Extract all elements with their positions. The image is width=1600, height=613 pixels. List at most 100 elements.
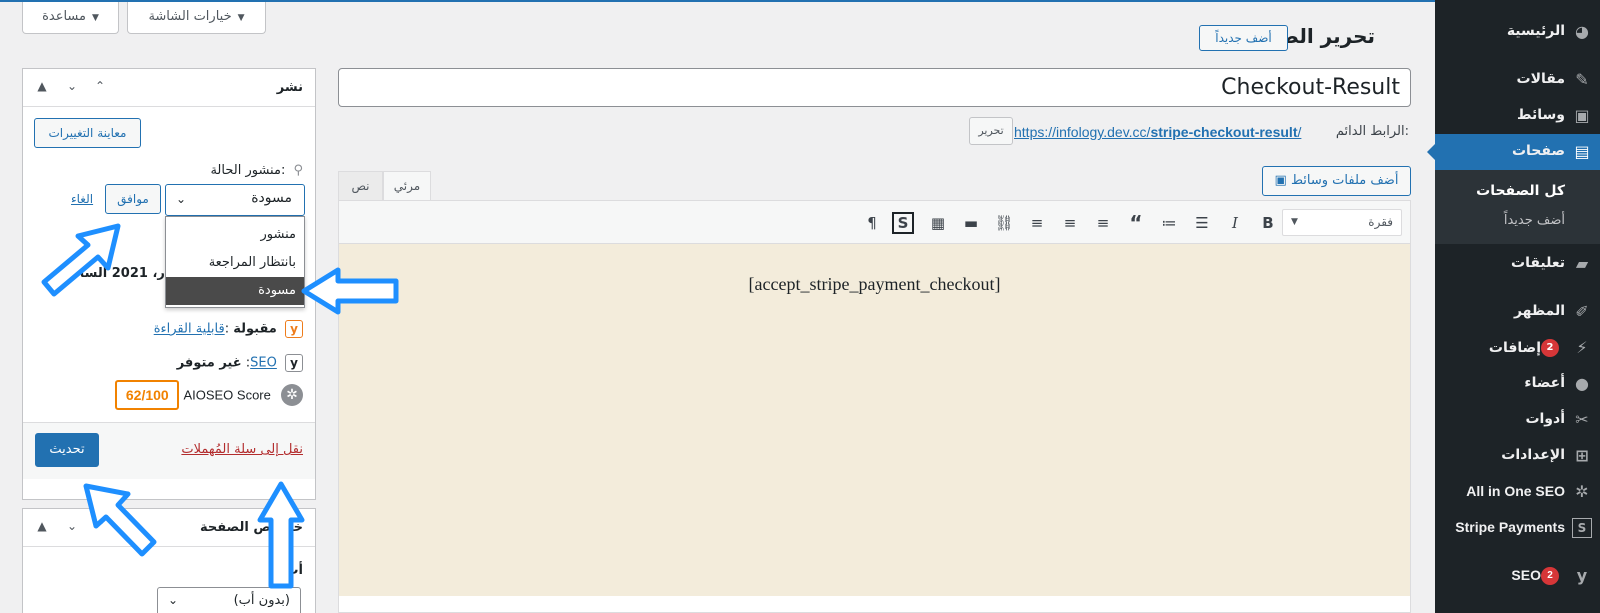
permalink-label: الرابط الدائم: (1335, 124, 1409, 139)
align-right-icon[interactable]: ≡ (1024, 210, 1050, 236)
sidebar-item-users[interactable]: ● أعضاء (1435, 366, 1600, 402)
seo-row: غير متوفر :SEO y (177, 354, 303, 372)
status-option[interactable]: بانتظار المراجعة (166, 249, 304, 277)
annotation-arrow-up-left (83, 483, 157, 557)
aioseo-score-badge[interactable]: 62/100 (115, 380, 180, 410)
sidebar-item-label: تعليقات (1511, 255, 1565, 271)
parent-select[interactable]: (بدون أب) ⌄ (157, 587, 301, 613)
readability-link[interactable]: قابلية القراءة (154, 322, 225, 337)
permalink-edit-button[interactable]: تحرير (969, 117, 1013, 145)
help-button[interactable]: مساعدة ▼ (22, 2, 119, 34)
sidebar-item-label: أعضاء (1524, 375, 1565, 391)
sidebar-item-posts[interactable]: ✎ مقالات (1435, 62, 1600, 98)
permalink-link[interactable]: https://infology.dev.cc/stripe-checkout-… (1014, 124, 1301, 140)
tab-visual[interactable]: مرئي (383, 171, 431, 200)
status-option[interactable]: منشور (166, 221, 304, 249)
align-left-icon[interactable]: ≡ (1090, 210, 1116, 236)
screen-options-button[interactable]: خيارات الشاشة ▼ (127, 2, 266, 34)
caret-down-icon: ▼ (92, 13, 99, 23)
pages-submenu: كل الصفحات أضف جديداً (1435, 170, 1600, 244)
status-cancel-link[interactable]: الغاء (71, 192, 93, 206)
toolbar-toggle-icon[interactable]: ▦ (925, 210, 951, 236)
admin-sidebar: ◕ الرئيسية ✎ مقالات ▣ وسائط ▤ صفحات كل ا… (1427, 0, 1600, 613)
sidebar-item-appearance[interactable]: ✐ المظهر (1435, 294, 1600, 330)
publish-box-title: نشر (276, 80, 303, 95)
comments-icon: ▰ (1575, 254, 1589, 273)
update-button[interactable]: تحديث (35, 433, 99, 467)
yoast-icon: y (1576, 566, 1588, 585)
align-center-icon[interactable]: ≡ (1057, 210, 1083, 236)
stripe-shortcode-icon[interactable]: S (892, 212, 914, 234)
shortcode-text: [accept_stripe_payment_checkout] (748, 274, 1001, 294)
chevron-down-icon[interactable]: ⌄ (63, 519, 81, 533)
appearance-icon: ✐ (1575, 302, 1589, 321)
classic-editor: فقرة ▼ B I ☰ ≔ “ ≡ ≡ ≡ ⛓ ▬ ▦ S ¶ [accept_… (338, 200, 1411, 613)
update-count-badge: 2 (1541, 567, 1559, 586)
status-dropdown: منشور بانتظار المراجعة مسودة (165, 216, 305, 308)
sidebar-item-seo[interactable]: y SEO 2 (1435, 558, 1600, 594)
chevron-down-icon[interactable]: ⌄ (63, 79, 81, 93)
sidebar-item-tools[interactable]: ✂ أدوات (1435, 402, 1600, 438)
sidebar-item-label: All in One SEO (1466, 483, 1565, 499)
sidebar-item-dashboard[interactable]: ◕ الرئيسية (1435, 14, 1600, 50)
move-to-trash-link[interactable]: نقل إلى سلة المُهملات (181, 442, 303, 457)
sidebar-item-pages[interactable]: ▤ صفحات (1427, 134, 1600, 170)
link-icon[interactable]: ⛓ (991, 210, 1017, 236)
annotation-arrow-up-right (41, 223, 121, 297)
sidebar-item-label: إضافات 2 (1489, 339, 1565, 357)
chevron-up-icon[interactable]: ⌃ (91, 79, 109, 93)
format-select[interactable]: فقرة ▼ (1282, 209, 1402, 236)
submenu-add-new[interactable]: أضف جديداً (1504, 213, 1565, 228)
caret-down-icon: ▼ (1291, 217, 1298, 227)
seo-link[interactable]: SEO (250, 356, 277, 371)
bold-icon[interactable]: B (1255, 210, 1281, 236)
sidebar-item-label: وسائط (1517, 107, 1565, 123)
sidebar-item-label: الإعدادات (1501, 447, 1565, 463)
editor-content[interactable]: [accept_stripe_payment_checkout] (339, 244, 1410, 596)
editor-toolbar: فقرة ▼ B I ☰ ≔ “ ≡ ≡ ≡ ⛓ ▬ ▦ S ¶ (339, 201, 1410, 244)
aioseo-icon: ✲ (1575, 482, 1589, 501)
aioseo-gear-icon: ✲ (281, 384, 303, 406)
stripe-icon: S (1572, 518, 1592, 538)
blockquote-icon[interactable]: “ (1123, 210, 1149, 236)
post-title-input[interactable]: Checkout-Result (338, 68, 1411, 107)
paragraph-mark-icon[interactable]: ¶ (859, 210, 885, 236)
sidebar-item-media[interactable]: ▣ وسائط (1435, 98, 1600, 134)
annotation-arrow-up (257, 481, 305, 589)
numbered-list-icon[interactable]: ≔ (1156, 210, 1182, 236)
preview-changes-button[interactable]: معاينة التغييرات (34, 118, 141, 148)
pin-icon: ✎ (1575, 70, 1589, 89)
add-media-button[interactable]: ▣ أضف ملفات وسائط (1262, 166, 1411, 196)
bullet-list-icon[interactable]: ☰ (1189, 210, 1215, 236)
sidebar-item-settings[interactable]: ⊞ الإعدادات (1435, 438, 1600, 474)
italic-icon[interactable]: I (1222, 210, 1248, 236)
sidebar-item-label: صفحات (1511, 143, 1565, 159)
publish-box-header: نشر ▲ ⌄ ⌃ (23, 69, 315, 107)
add-new-page-button[interactable]: أضف جديداً (1199, 25, 1288, 51)
users-icon: ● (1575, 374, 1589, 393)
tab-text[interactable]: نص (338, 171, 383, 200)
status-select[interactable]: مسودة ⌄ (165, 184, 305, 216)
sidebar-item-label: SEO 2 (1511, 567, 1565, 586)
pages-icon: ▤ (1574, 142, 1590, 161)
sidebar-item-label: أدوات (1525, 411, 1565, 427)
status-ok-button[interactable]: موافق (105, 184, 161, 214)
move-up-icon[interactable]: ▲ (33, 79, 51, 93)
move-up-icon[interactable]: ▲ (33, 519, 51, 533)
chevron-down-icon: ⌄ (176, 192, 187, 206)
sidebar-item-label: مقالات (1516, 71, 1566, 87)
sidebar-item-plugins[interactable]: ⚡ إضافات 2 (1435, 330, 1600, 366)
read-more-icon[interactable]: ▬ (958, 210, 984, 236)
sidebar-item-stripe-payments[interactable]: S Stripe Payments (1435, 510, 1600, 546)
sidebar-item-comments[interactable]: ▰ تعليقات (1435, 246, 1600, 282)
caret-down-icon: ▼ (237, 13, 245, 23)
aioseo-row: 62/100 AIOSEO Score ✲ (115, 380, 303, 410)
submenu-all-pages[interactable]: كل الصفحات (1476, 183, 1565, 199)
status-option-selected[interactable]: مسودة (166, 277, 304, 305)
sidebar-item-aioseo[interactable]: ✲ All in One SEO (1435, 474, 1600, 510)
seo-value: غير متوفر (176, 355, 242, 371)
update-count-badge: 2 (1541, 339, 1559, 357)
tools-icon: ✂ (1575, 410, 1589, 429)
status-line: منشور الحالة: ⚲ (210, 163, 303, 178)
sidebar-item-label: المظهر (1513, 303, 1565, 319)
